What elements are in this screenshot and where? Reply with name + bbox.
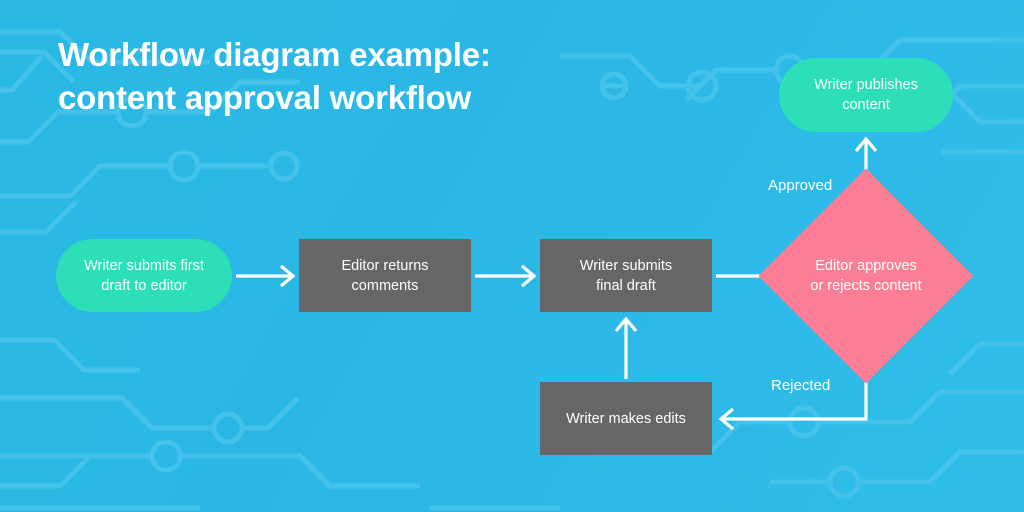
edge-editor-comments-to-final-draft	[475, 264, 537, 288]
edge-label-approved: Approved	[768, 177, 833, 194]
node-writer-submits-final-draft[interactable]: Writer submits final draft	[540, 239, 712, 312]
edge-label-rejected: Rejected	[771, 377, 831, 394]
node-writer-makes-edits[interactable]: Writer makes edits	[540, 382, 712, 455]
node-editor-approves-or-rejects[interactable]: Editor approves or rejects content	[758, 168, 974, 384]
node-writer-submits-first-draft[interactable]: Writer submits first draft to editor	[56, 239, 232, 312]
workflow-diagram-canvas: Workflow diagram example: content approv…	[0, 0, 1024, 512]
node-writer-publishes-content[interactable]: Writer publishes content	[779, 58, 953, 132]
node-label: Editor approves or rejects content	[810, 258, 922, 294]
node-editor-returns-comments[interactable]: Editor returns comments	[299, 239, 471, 312]
node-label: Writer makes edits	[566, 410, 686, 427]
node-label: Writer publishes content	[814, 77, 918, 113]
node-label: Writer submits final draft	[579, 257, 673, 294]
node-label: Writer submits first draft to editor	[84, 257, 204, 294]
node-label: Editor returns comments	[341, 257, 429, 294]
page-title: Workflow diagram example: content approv…	[58, 36, 491, 116]
edge-start-to-editor-comments	[236, 264, 296, 288]
edge-makes-edits-to-final-draft	[614, 316, 638, 379]
